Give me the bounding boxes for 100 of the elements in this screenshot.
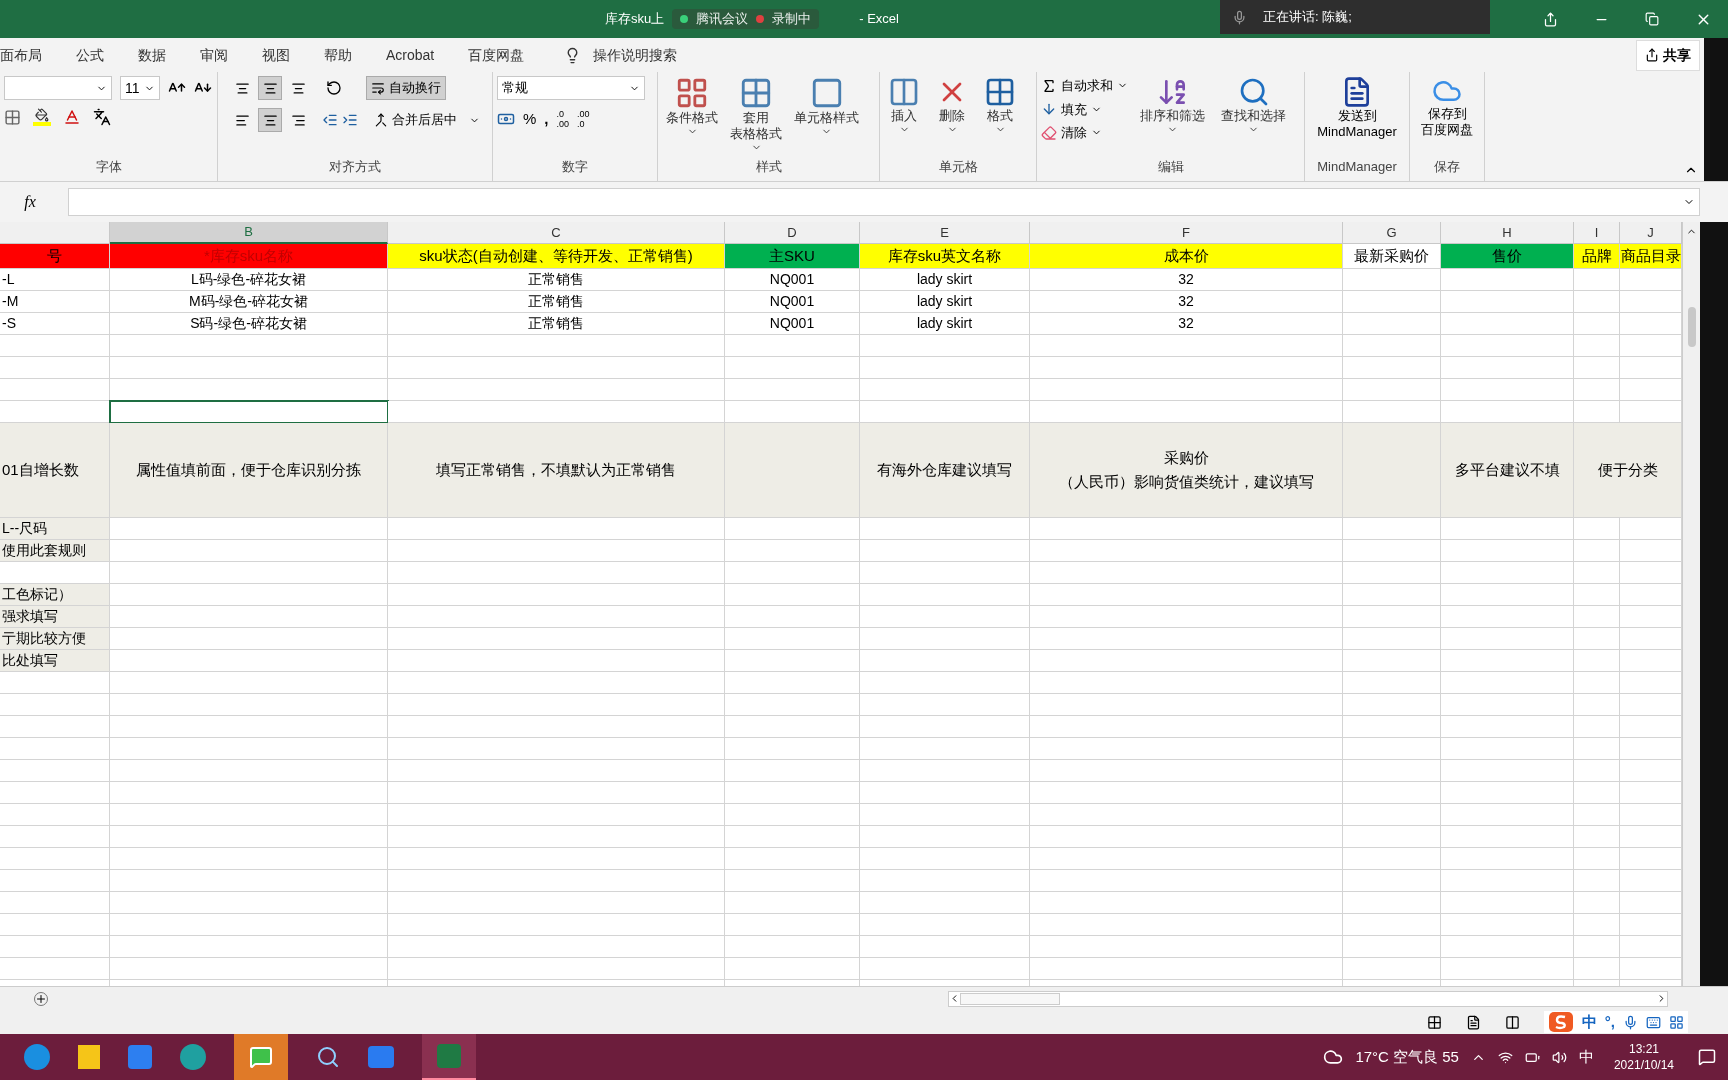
column-header[interactable]: E: [860, 222, 1030, 244]
outdent-icon[interactable]: [322, 112, 338, 128]
wifi-icon[interactable]: [1497, 1049, 1513, 1065]
increase-decimal-button[interactable]: .0 .00: [556, 109, 570, 130]
search-app-icon[interactable]: [316, 1045, 340, 1069]
table-cell: [1620, 269, 1682, 291]
cells-button[interactable]: 格式: [980, 76, 1020, 135]
speaker-text: 正在讲话: 陈巍;: [1263, 8, 1352, 27]
table-cell: 32: [1030, 313, 1343, 335]
cells-button[interactable]: 插入: [884, 76, 924, 135]
table-cell: [1620, 335, 1682, 357]
menu-tab[interactable]: 帮助: [324, 44, 352, 66]
column-header[interactable]: G: [1343, 222, 1441, 244]
style-button[interactable]: 单元格样式: [790, 76, 863, 153]
phonetic-icon[interactable]: [93, 108, 111, 126]
cells-button[interactable]: 删除: [932, 76, 972, 135]
menu-tab[interactable]: Acrobat: [386, 44, 435, 66]
merge-center-button[interactable]: 合并后居中: [374, 110, 480, 130]
wrap-text-button[interactable]: 自动换行: [366, 76, 446, 100]
table-cell: 正常销售: [388, 291, 725, 313]
table-cell: lady skirt: [860, 313, 1030, 335]
decrease-decimal-button[interactable]: .00 .0: [577, 109, 590, 130]
page-layout-icon[interactable]: [1465, 1014, 1481, 1030]
page-break-icon[interactable]: [1504, 1014, 1520, 1030]
table-cell: [1574, 584, 1620, 606]
selected-cell[interactable]: [110, 401, 388, 423]
font-size-field[interactable]: 11: [120, 76, 160, 100]
editing-button[interactable]: 排序和筛选: [1136, 76, 1209, 143]
column-header[interactable]: C: [388, 222, 725, 244]
column-header[interactable]: I: [1574, 222, 1620, 244]
table-cell: [1574, 914, 1620, 936]
vertical-scrollbar[interactable]: [1682, 222, 1700, 986]
editing-button[interactable]: 填充: [1041, 99, 1128, 119]
table-cell: L--尺码: [0, 518, 110, 540]
table-cell: [1574, 936, 1620, 958]
menu-tab[interactable]: 视图: [262, 44, 290, 66]
comma-button[interactable]: ,: [544, 108, 549, 131]
editing-button[interactable]: 查找和选择: [1217, 76, 1290, 143]
style-button[interactable]: 套用 表格格式: [726, 76, 786, 153]
column-header[interactable]: B: [110, 222, 388, 244]
header-cell: *库存sku名称: [110, 244, 388, 269]
table-cell: S码-绿色-碎花女裙: [110, 313, 388, 335]
table-cell: [1620, 848, 1682, 870]
header-cell: 库存sku英文名称: [860, 244, 1030, 269]
save-cloud-button[interactable]: 保存到 百度网盘: [1414, 76, 1480, 138]
send-mindmanager-button[interactable]: 发送到 MindManager: [1309, 76, 1405, 140]
format-icon: [984, 76, 1016, 108]
table-cell: [1620, 760, 1682, 782]
menu-tab[interactable]: 公式: [76, 44, 104, 66]
column-header[interactable]: H: [1441, 222, 1574, 244]
menu-tab[interactable]: 面布局: [0, 44, 42, 66]
normal-view-icon[interactable]: [1426, 1014, 1442, 1030]
scrollbar-thumb[interactable]: [1687, 307, 1696, 347]
header-cell: 品牌: [1574, 244, 1620, 269]
edge-icon[interactable]: [180, 1044, 206, 1070]
table-cell: [1620, 958, 1682, 980]
style-button[interactable]: 条件格式: [662, 76, 722, 153]
header-cell: 成本价: [1030, 244, 1343, 269]
menu-tab[interactable]: 审阅: [200, 44, 228, 66]
table-cell: 比处填写: [0, 650, 110, 672]
formula-field[interactable]: [68, 188, 1700, 216]
column-header[interactable]: J: [1620, 222, 1682, 244]
vertical-align-icon[interactable]: [258, 76, 282, 100]
notifications-icon[interactable]: [1698, 1048, 1716, 1066]
tell-me-field[interactable]: 操作说明搜索: [593, 44, 678, 66]
input-indicator[interactable]: 中: [1578, 1045, 1594, 1069]
indent-icon[interactable]: [342, 112, 358, 128]
menu-tab[interactable]: 百度网盘: [468, 44, 525, 66]
font-name-field[interactable]: [4, 76, 112, 100]
table-cell: [1620, 738, 1682, 760]
menu-tab[interactable]: 数据: [138, 44, 166, 66]
orientation-icon[interactable]: [326, 80, 342, 96]
browser-icon[interactable]: [24, 1044, 50, 1070]
fill-color-icon[interactable]: [33, 108, 51, 126]
eraser-icon: [1041, 124, 1057, 141]
editing-button[interactable]: 自动求和: [1041, 76, 1128, 96]
restore-icon[interactable]: [1645, 12, 1659, 26]
table-cell: [1620, 914, 1682, 936]
volume-icon[interactable]: [1551, 1049, 1567, 1065]
borders-icon[interactable]: [4, 108, 21, 126]
horizontal-scrollbar[interactable]: [948, 990, 1668, 1007]
microphone-icon: [1623, 1014, 1638, 1030]
ime-toolbar[interactable]: 中 °,: [1543, 1010, 1688, 1034]
table-format-icon: [739, 76, 773, 110]
number-format-dropdown[interactable]: 常规: [497, 76, 645, 100]
sogou-icon: [1547, 1011, 1574, 1033]
column-header[interactable]: D: [725, 222, 860, 244]
editing-button[interactable]: 清除: [1041, 123, 1128, 143]
table-cell: NQ001: [725, 269, 860, 291]
column-header[interactable]: F: [1030, 222, 1343, 244]
ribbon-display-icon[interactable]: [1543, 11, 1558, 27]
table-cell: L码-绿色-碎花女裙: [110, 269, 388, 291]
percent-button[interactable]: %: [523, 108, 537, 131]
horizontal-align-icon[interactable]: [258, 108, 282, 132]
share-button[interactable]: 共享: [1636, 39, 1700, 71]
table-cell: [1574, 650, 1620, 672]
scrollbar-thumb[interactable]: [960, 992, 1060, 1005]
font-color-icon[interactable]: [63, 108, 81, 126]
chat-icon[interactable]: [249, 1045, 273, 1069]
table-cell: [1574, 357, 1620, 379]
